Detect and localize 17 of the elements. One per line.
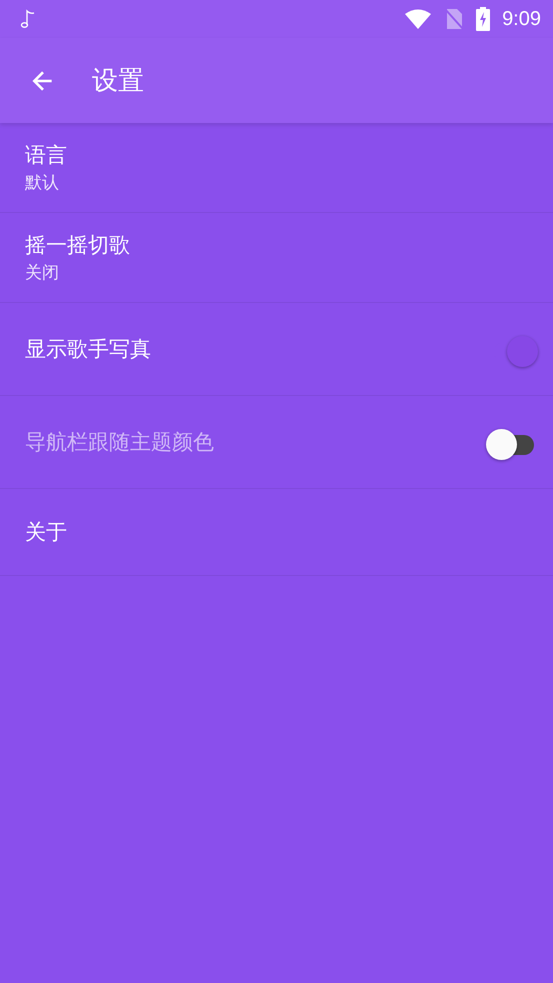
no-sim-icon xyxy=(444,8,464,30)
setting-title: 语言 xyxy=(25,142,67,169)
setting-title: 显示歌手写真 xyxy=(25,336,151,363)
setting-title: 关于 xyxy=(25,519,67,546)
status-time: 9:09 xyxy=(502,8,541,30)
settings-item[interactable]: 语言 默认 xyxy=(0,123,553,213)
settings-item[interactable]: 摇一摇切歌 关闭 xyxy=(0,213,553,303)
setting-title: 导航栏跟随主题颜色 xyxy=(25,429,214,456)
settings-item[interactable]: 关于 xyxy=(0,489,553,576)
setting-summary: 关闭 xyxy=(25,262,60,284)
page-title: 设置 xyxy=(92,65,144,98)
settings-item[interactable]: 显示歌手写真 xyxy=(0,303,553,396)
wifi-icon xyxy=(404,9,432,29)
music-note-icon xyxy=(20,9,36,29)
setting-summary: 默认 xyxy=(25,172,60,194)
setting-title: 摇一摇切歌 xyxy=(25,232,130,259)
battery-charging-icon xyxy=(476,7,490,31)
